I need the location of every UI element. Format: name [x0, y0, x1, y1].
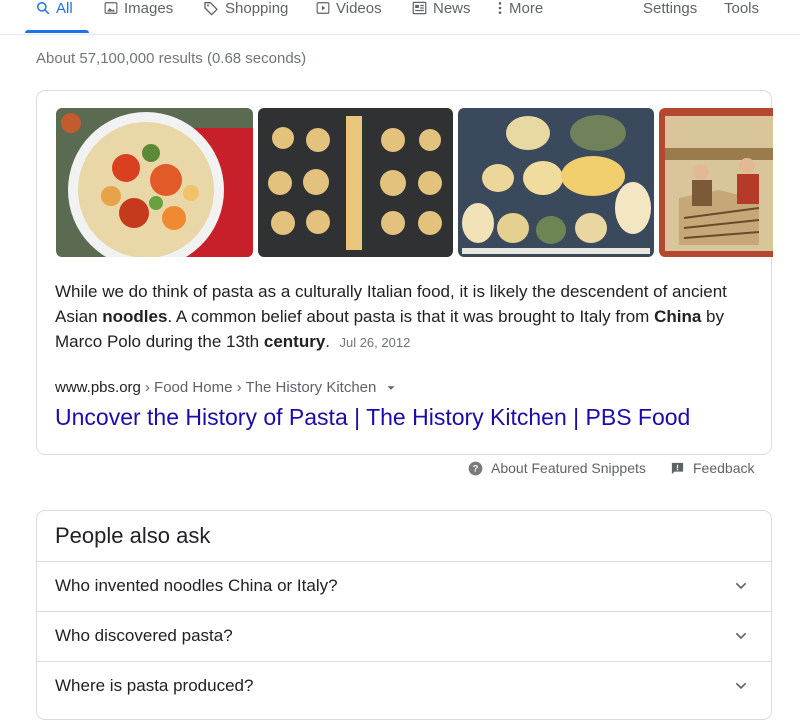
- tab-images-label: Images: [124, 0, 174, 17]
- tab-more[interactable]: More: [497, 0, 544, 17]
- paa-question-text: Who invented noodles China or Italy?: [55, 576, 338, 595]
- pasta-dish-image[interactable]: [56, 108, 253, 257]
- breadcrumb-path: › Food Home › The History Kitchen: [144, 379, 377, 396]
- featured-snippet-text: While we do think of pasta as a cultural…: [55, 279, 760, 355]
- tab-videos[interactable]: Videos: [316, 0, 382, 17]
- feedback-link[interactable]: Feedback: [670, 460, 754, 476]
- paa-question-text: Who discovered pasta?: [55, 626, 233, 645]
- tab-all[interactable]: All: [36, 0, 73, 17]
- settings-link[interactable]: Settings: [643, 0, 697, 17]
- image-icon: [104, 2, 118, 14]
- dropdown-arrow-icon[interactable]: [384, 381, 398, 395]
- snippet-text-2: . A common belief about pasta is that it…: [167, 307, 655, 326]
- pasta-shapes-image[interactable]: [258, 108, 453, 257]
- snippet-bold-china: China: [654, 307, 702, 326]
- tab-shopping-label: Shopping: [225, 0, 289, 17]
- tab-all-label: All: [56, 0, 73, 17]
- help-icon: ?: [468, 461, 483, 475]
- result-stats: About 57,100,000 results (0.68 seconds): [36, 50, 307, 67]
- chevron-down-icon: [735, 632, 747, 640]
- feedback-icon: [671, 462, 684, 474]
- pasta-nests-image[interactable]: [458, 108, 654, 257]
- tab-more-label: More: [509, 0, 544, 17]
- snippet-date: Jul 26, 2012: [339, 335, 411, 350]
- active-tab-indicator: [25, 30, 89, 33]
- more-vert-icon: [498, 2, 502, 14]
- search-icon: [37, 2, 50, 15]
- paa-question-1[interactable]: Who invented noodles China or Italy?: [37, 561, 771, 611]
- tag-icon: [204, 2, 218, 16]
- play-icon: [316, 2, 330, 14]
- breadcrumb: www.pbs.org › Food Home › The History Ki…: [55, 379, 398, 396]
- featured-snippet-link[interactable]: Uncover the History of Pasta | The Histo…: [55, 404, 690, 431]
- about-featured-snippets-link[interactable]: ? About Featured Snippets: [468, 460, 646, 476]
- breadcrumb-domain: www.pbs.org: [55, 379, 141, 396]
- tab-videos-label: Videos: [336, 0, 382, 17]
- feedback-label: Feedback: [693, 460, 755, 476]
- snippet-bold-noodles: noodles: [102, 307, 168, 326]
- tab-news-label: News: [433, 0, 471, 17]
- paa-question-2[interactable]: Who discovered pasta?: [37, 611, 771, 661]
- search-tabs-bar: All Images Shopping Videos News More Set…: [0, 0, 800, 35]
- snippet-bold-century: century: [263, 332, 326, 351]
- paa-question-3[interactable]: Where is pasta produced?: [37, 661, 771, 711]
- people-also-ask-title: People also ask: [55, 523, 211, 548]
- paa-question-text: Where is pasta produced?: [55, 676, 254, 695]
- chevron-down-icon: [735, 582, 747, 590]
- tools-link[interactable]: Tools: [724, 0, 759, 17]
- medieval-painting-image[interactable]: [659, 108, 773, 257]
- tab-shopping[interactable]: Shopping: [203, 0, 289, 17]
- snippet-text-4: .: [325, 332, 331, 351]
- svg-text:?: ?: [473, 463, 479, 473]
- newspaper-icon: [412, 1, 427, 15]
- tab-news[interactable]: News: [412, 0, 471, 17]
- about-featured-snippets-label: About Featured Snippets: [491, 460, 646, 476]
- tab-images[interactable]: Images: [104, 0, 174, 17]
- chevron-down-icon: [735, 682, 747, 690]
